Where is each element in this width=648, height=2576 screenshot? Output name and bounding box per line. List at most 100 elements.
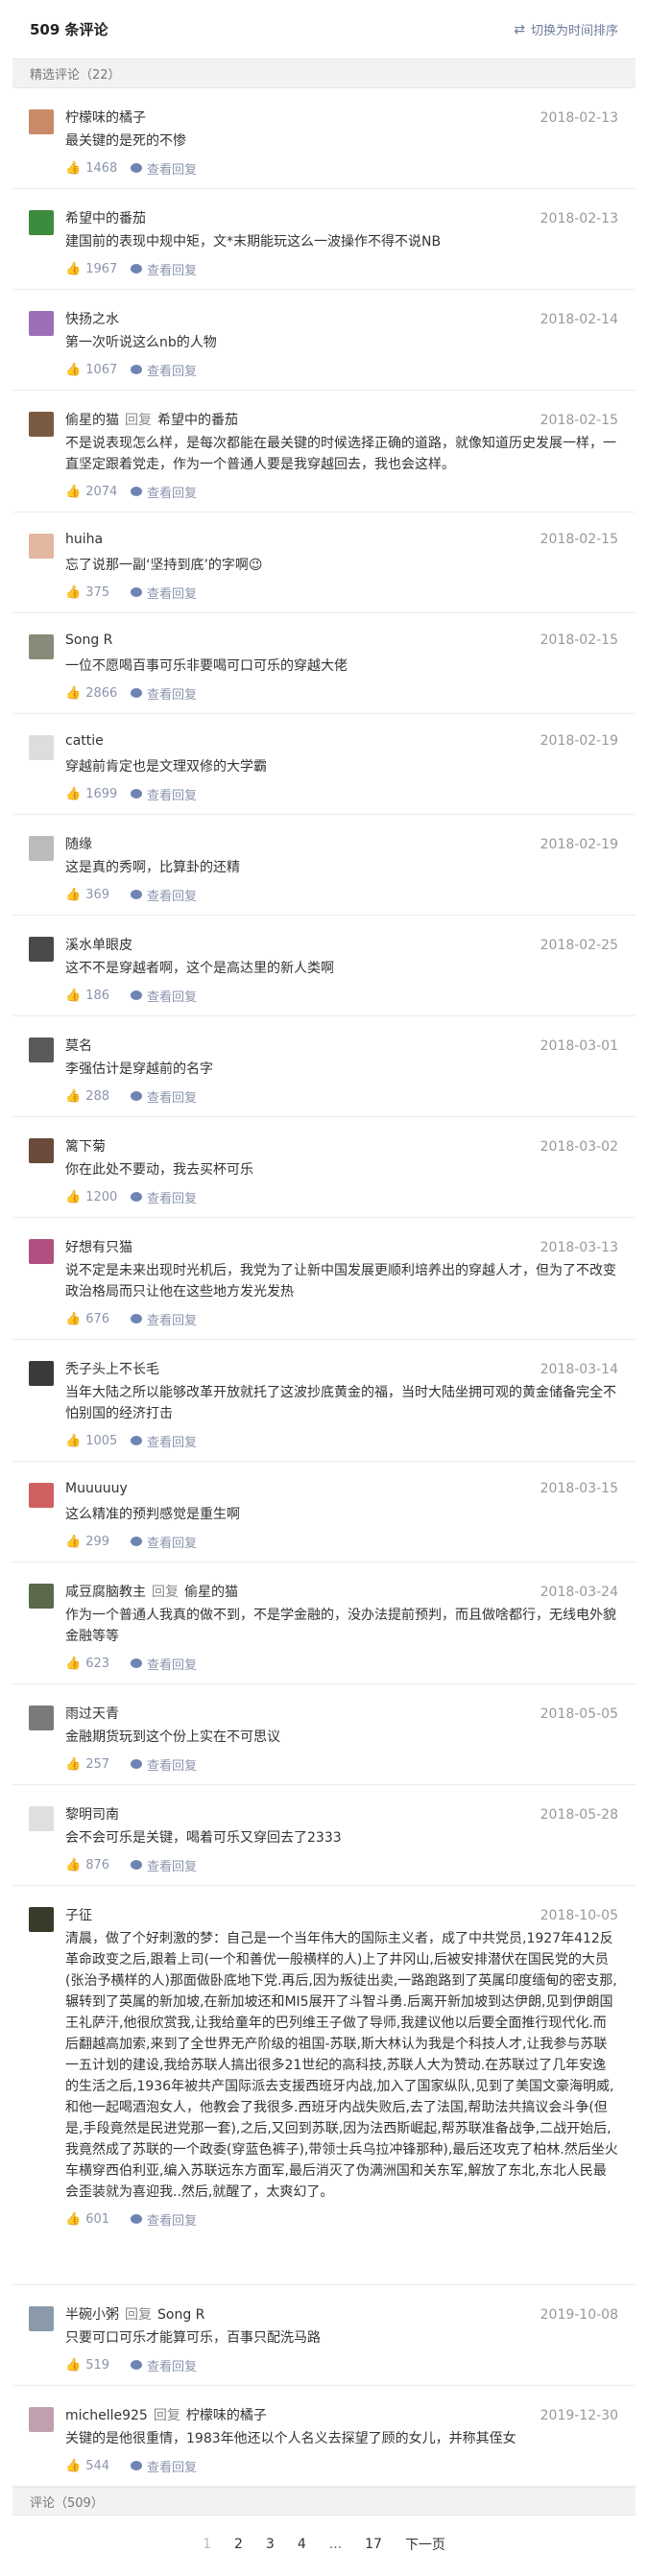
comment-author[interactable]: 偷星的猫 (65, 413, 119, 428)
comment-date: 2018-02-14 (540, 312, 618, 327)
comment-author[interactable]: 咸豆腐脑教主 (65, 1585, 146, 1600)
comment-author-line: 偷星的猫 回复 希望中的番茄 (65, 410, 238, 429)
user-avatar[interactable] (29, 937, 54, 962)
reply-target-user[interactable]: Song R (157, 2307, 204, 2323)
user-avatar[interactable] (29, 210, 54, 235)
user-avatar[interactable] (29, 1038, 54, 1062)
comment-author[interactable]: 半碗小粥 (65, 2307, 119, 2323)
page-2-link[interactable]: 2 (234, 2537, 243, 2552)
view-replies-link[interactable]: 查看回复 (131, 987, 197, 1005)
view-replies-link[interactable]: 查看回复 (131, 1856, 197, 1874)
user-avatar[interactable] (29, 2407, 54, 2432)
reply-target-user[interactable]: 柠檬味的橘子 (186, 2408, 267, 2423)
like-button[interactable]: 👍 288 (65, 1089, 131, 1104)
page-4-link[interactable]: 4 (298, 2537, 306, 2552)
like-button[interactable]: 👍 369 (65, 888, 131, 902)
comment-author[interactable]: 篱下菊 (65, 1139, 106, 1155)
user-avatar[interactable] (29, 2306, 54, 2331)
next-page-button[interactable]: 下一页 (405, 2535, 445, 2554)
view-replies-link[interactable]: 查看回复 (131, 584, 197, 602)
like-button[interactable]: 👍 186 (65, 989, 131, 1003)
view-replies-link[interactable]: 查看回复 (131, 159, 197, 178)
like-button[interactable]: 👍 2074 (65, 485, 131, 499)
like-button[interactable]: 👍 544 (65, 2459, 131, 2473)
view-replies-link[interactable]: 查看回复 (131, 483, 197, 501)
user-avatar[interactable] (29, 1239, 54, 1264)
comment-author[interactable]: 希望中的番茄 (65, 211, 146, 227)
view-replies-link[interactable]: 查看回复 (131, 684, 197, 703)
comment-author[interactable]: Muuuuuy (65, 1481, 128, 1496)
view-replies-link[interactable]: 查看回复 (131, 2356, 197, 2374)
page-1-link[interactable]: 1 (203, 2537, 211, 2552)
view-replies-label: 查看回复 (147, 1191, 198, 1206)
comment-author[interactable]: 溪水单眼皮 (65, 938, 132, 953)
comment-header: 子征 2018-10-05 (65, 1905, 618, 1924)
like-button[interactable]: 👍 2866 (65, 686, 131, 701)
like-button[interactable]: 👍 876 (65, 1858, 131, 1872)
comment-author[interactable]: 雨过天青 (65, 1706, 119, 1722)
like-button[interactable]: 👍 257 (65, 1757, 131, 1772)
view-replies-link[interactable]: 查看回复 (131, 1432, 197, 1450)
user-avatar[interactable] (29, 634, 54, 659)
reply-target-user[interactable]: 偷星的猫 (184, 1585, 238, 1600)
like-button[interactable]: 👍 375 (65, 585, 131, 600)
user-avatar[interactable] (29, 1138, 54, 1163)
comment-author[interactable]: 柠檬味的橘子 (65, 110, 146, 126)
view-replies-link[interactable]: 查看回复 (131, 1755, 197, 1774)
comment-author[interactable]: michelle925 (65, 2408, 148, 2423)
user-avatar[interactable] (29, 1361, 54, 1386)
reply-target-user[interactable]: 希望中的番茄 (157, 413, 238, 428)
comment-author[interactable]: huiha (65, 532, 103, 547)
comment-date: 2018-02-15 (540, 532, 618, 547)
like-button[interactable]: 👍 299 (65, 1535, 131, 1549)
view-replies-link[interactable]: 查看回复 (131, 886, 197, 904)
user-avatar[interactable] (29, 1705, 54, 1730)
comment-author[interactable]: 快扬之水 (65, 312, 119, 327)
comment-text: 说不定是未来出现时光机后，我党为了让新中国发展更顺利培养出的穿越人才，但为了不改… (65, 1263, 616, 1300)
user-avatar[interactable] (29, 836, 54, 861)
comment-actions: 👍 519 查看回复 (65, 2354, 618, 2375)
comment-author[interactable]: 随缘 (65, 837, 92, 852)
like-button[interactable]: 👍 1005 (65, 1434, 131, 1448)
like-button[interactable]: 👍 1468 (65, 161, 131, 176)
view-replies-link[interactable]: 查看回复 (131, 2210, 197, 2229)
comment-author[interactable]: 莫名 (65, 1038, 92, 1054)
speech-bubble-icon (131, 1658, 142, 1668)
like-button[interactable]: 👍 1699 (65, 787, 131, 801)
view-replies-link[interactable]: 查看回复 (131, 1188, 197, 1206)
like-button[interactable]: 👍 1200 (65, 1190, 131, 1205)
user-avatar[interactable] (29, 311, 54, 336)
comment-author[interactable]: 秃子头上不长毛 (65, 1362, 159, 1377)
like-button[interactable]: 👍 676 (65, 1312, 131, 1326)
view-replies-link[interactable]: 查看回复 (131, 785, 197, 803)
comment-author[interactable]: cattie (65, 733, 104, 749)
like-button[interactable]: 👍 623 (65, 1657, 131, 1671)
like-button[interactable]: 👍 1967 (65, 262, 131, 276)
comment-author[interactable]: Song R (65, 632, 112, 648)
last-page-link[interactable]: 17 (365, 2537, 382, 2552)
view-replies-link[interactable]: 查看回复 (131, 361, 197, 379)
like-button[interactable]: 👍 1067 (65, 363, 131, 377)
like-button[interactable]: 👍 601 (65, 2212, 131, 2227)
page-3-link[interactable]: 3 (266, 2537, 275, 2552)
view-replies-link[interactable]: 查看回复 (131, 2457, 197, 2475)
user-avatar[interactable] (29, 735, 54, 760)
user-avatar[interactable] (29, 1806, 54, 1831)
comment-author[interactable]: 子征 (65, 1908, 92, 1923)
comment-author[interactable]: 黎明司南 (65, 1807, 119, 1823)
user-avatar[interactable] (29, 109, 54, 134)
user-avatar[interactable] (29, 534, 54, 559)
speech-bubble-icon (131, 2360, 142, 2370)
view-replies-link[interactable]: 查看回复 (131, 1310, 197, 1328)
like-button[interactable]: 👍 519 (65, 2358, 131, 2373)
view-replies-link[interactable]: 查看回复 (131, 260, 197, 278)
user-avatar[interactable] (29, 1483, 54, 1508)
user-avatar[interactable] (29, 1907, 54, 1932)
view-replies-link[interactable]: 查看回复 (131, 1533, 197, 1551)
user-avatar[interactable] (29, 1584, 54, 1609)
sort-toggle-button[interactable]: ⇄ 切换为时间排序 (514, 20, 618, 39)
view-replies-link[interactable]: 查看回复 (131, 1087, 197, 1106)
comment-author[interactable]: 好想有只猫 (65, 1240, 132, 1255)
view-replies-link[interactable]: 查看回复 (131, 1655, 197, 1673)
user-avatar[interactable] (29, 412, 54, 437)
